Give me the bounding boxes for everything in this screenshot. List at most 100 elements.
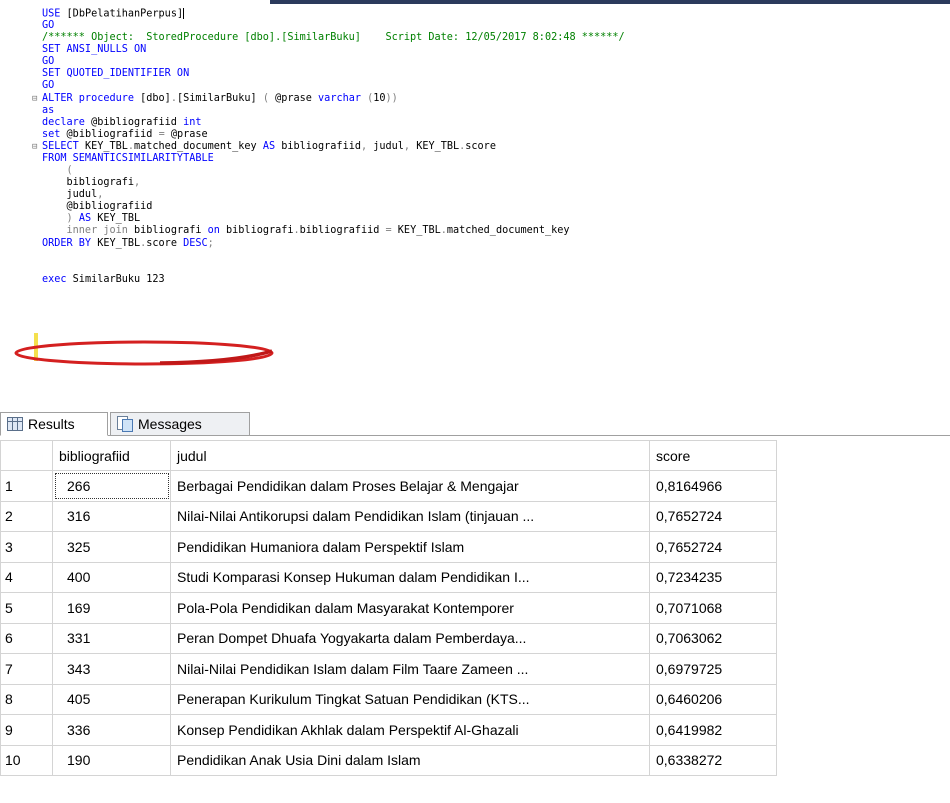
code-token: , [403,140,417,152]
code-token: exec [42,273,73,285]
code-token: KEY_TBL [84,140,128,152]
judul-cell[interactable]: Konsep Pendidikan Akhlak dalam Perspekti… [170,714,650,746]
row-number-cell-value: 6 [5,630,13,647]
bibliografiid-cell[interactable]: 316 [52,500,171,532]
code-token: @prase [275,92,319,104]
code-token: on [207,225,227,237]
fold-gutter [32,201,41,213]
score-cell[interactable]: 0,7234235 [649,561,777,593]
row-number-cell[interactable]: 8 [0,683,53,715]
score-cell[interactable]: 0,6460206 [649,683,777,715]
table-row[interactable]: 7 343 Nilai-Nilai Pendidikan Islam dalam F… [0,653,777,685]
results-pane: Results Messages bibliografiid judul sco… [0,408,950,803]
code-line-text: ORDER BY KEY_TBL.score DESC; [42,238,214,250]
score-cell[interactable]: 0,6338272 [649,744,777,776]
column-header-judul[interactable]: judul [170,440,650,471]
fold-gutter [32,165,41,177]
score-cell[interactable]: 0,8164966 [649,470,777,502]
score-cell-value: 0,6419982 [656,721,723,738]
score-cell[interactable]: 0,7071068 [649,592,777,624]
judul-cell-value: Pendidikan Humaniora dalam Perspektif Is… [177,538,465,555]
judul-cell[interactable]: Pendidikan Anak Usia Dini dalam Islam [170,744,650,776]
row-number-cell-value: 7 [5,660,13,677]
tab-results[interactable]: Results [0,412,108,436]
table-row[interactable]: 2 316 Nilai-Nilai Antikorupsi dalam Pendid… [0,500,777,532]
results-grid[interactable]: bibliografiid judul score 1 266 Berbagai P… [0,440,777,776]
row-number-cell[interactable]: 1 [0,470,53,502]
table-row[interactable]: 3 325 Pendidikan Humaniora dalam Perspekti… [0,531,777,563]
bibliografiid-cell[interactable]: 405 [52,683,171,715]
code-token: matched_document_key [134,140,263,152]
code-token: SELECT [42,140,85,152]
score-cell[interactable]: 0,7652724 [649,500,777,532]
grid-header-row: bibliografiid judul score [0,440,777,471]
row-number-cell[interactable]: 9 [0,714,53,746]
table-row[interactable]: 1 266 Berbagai Pendidikan dalam Proses Bel… [0,470,777,502]
table-row[interactable]: 10 190 Pendidikan Anak Usia Dini dalam Isl… [0,744,777,776]
code-token: /****** Object: StoredProcedure [dbo].[S… [42,32,625,44]
judul-cell[interactable]: Pendidikan Humaniora dalam Perspektif Is… [170,531,650,563]
row-number-cell[interactable]: 2 [0,500,53,532]
table-row[interactable]: 5 169 Pola-Pola Pendidikan dalam Masyaraka… [0,592,777,624]
code-token: bibliografi [42,177,135,189]
code-token: ( [42,165,73,177]
bibliografiid-cell-value: 190 [67,752,91,769]
column-header-score[interactable]: score [649,440,777,471]
code-line-text: GO [42,20,54,32]
bibliografiid-cell[interactable]: 331 [52,622,171,654]
bibliografiid-cell[interactable]: 343 [52,653,171,685]
table-row[interactable]: 9 336 Konsep Pendidikan Akhlak dalam Persp… [0,714,777,746]
bibliografiid-cell[interactable]: 400 [52,561,171,593]
score-cell[interactable]: 0,7652724 [649,531,777,563]
bibliografiid-cell[interactable]: 266 [52,470,171,502]
score-cell-value: 0,7063062 [656,630,723,647]
bibliografiid-cell-value: 343 [67,660,91,677]
query-editor[interactable]: USE [DbPelatihanPerpus] GO/****** Object:… [0,0,950,372]
code-token: , [360,140,374,152]
code-token: DESC [183,237,208,249]
code-token: AS [78,213,98,225]
score-cell[interactable]: 0,6979725 [649,653,777,685]
table-row[interactable]: 6 331 Peran Dompet Dhuafa Yogyakarta dalam… [0,622,777,654]
judul-cell[interactable]: Peran Dompet Dhuafa Yogyakarta dalam Pem… [170,622,650,654]
code-line-text: SELECT KEY_TBL.matched_document_key AS b… [42,141,496,153]
judul-cell[interactable]: Nilai-Nilai Antikorupsi dalam Pendidikan… [170,500,650,532]
collapse-icon[interactable]: ⊟ [32,141,41,153]
row-number-cell[interactable]: 3 [0,531,53,563]
collapse-icon[interactable]: ⊟ [32,93,41,105]
row-number-header[interactable] [0,440,53,471]
code-token: [DbPelatihanPerpus] [66,8,184,20]
row-number-cell[interactable]: 4 [0,561,53,593]
judul-cell[interactable]: Penerapan Kurikulum Tingkat Satuan Pendi… [170,683,650,715]
judul-cell-value: Peran Dompet Dhuafa Yogyakarta dalam Pem… [177,630,527,647]
score-cell[interactable]: 0,6419982 [649,714,777,746]
score-cell[interactable]: 0,7063062 [649,622,777,654]
column-header-bibliografiid[interactable]: bibliografiid [52,440,171,471]
judul-cell[interactable]: Nilai-Nilai Pendidikan Islam dalam Film … [170,653,650,685]
judul-cell[interactable]: Pola-Pola Pendidikan dalam Masyarakat Ko… [170,592,650,624]
bibliografiid-cell[interactable]: 190 [52,744,171,776]
bibliografiid-cell[interactable]: 336 [52,714,171,746]
code-token: bibliografi [134,225,208,237]
code-token: bibliografiid [299,225,386,237]
code-token: AS [262,140,282,152]
row-number-cell[interactable]: 5 [0,592,53,624]
judul-cell[interactable]: Studi Komparasi Konsep Hukuman dalam Pen… [170,561,650,593]
judul-cell[interactable]: Berbagai Pendidikan dalam Proses Belajar… [170,470,650,502]
tab-messages-label: Messages [138,416,202,432]
tab-messages[interactable]: Messages [110,412,250,436]
row-number-cell[interactable]: 6 [0,622,53,654]
bibliografiid-cell-value: 400 [67,569,91,586]
bibliografiid-cell[interactable]: 169 [52,592,171,624]
row-number-cell[interactable]: 7 [0,653,53,685]
table-row[interactable]: 8 405 Penerapan Kurikulum Tingkat Satuan P… [0,683,777,715]
code-line-text: bibliografi, [42,177,141,189]
table-row[interactable]: 4 400 Studi Komparasi Konsep Hukuman dalam… [0,561,777,593]
row-number-cell[interactable]: 10 [0,744,53,776]
row-number-cell-value: 9 [5,721,13,738]
grid-icon [7,417,23,431]
bibliografiid-cell-value: 169 [67,599,91,616]
bibliografiid-cell[interactable]: 325 [52,531,171,563]
fold-gutter [32,68,41,80]
fold-gutter [32,274,41,286]
